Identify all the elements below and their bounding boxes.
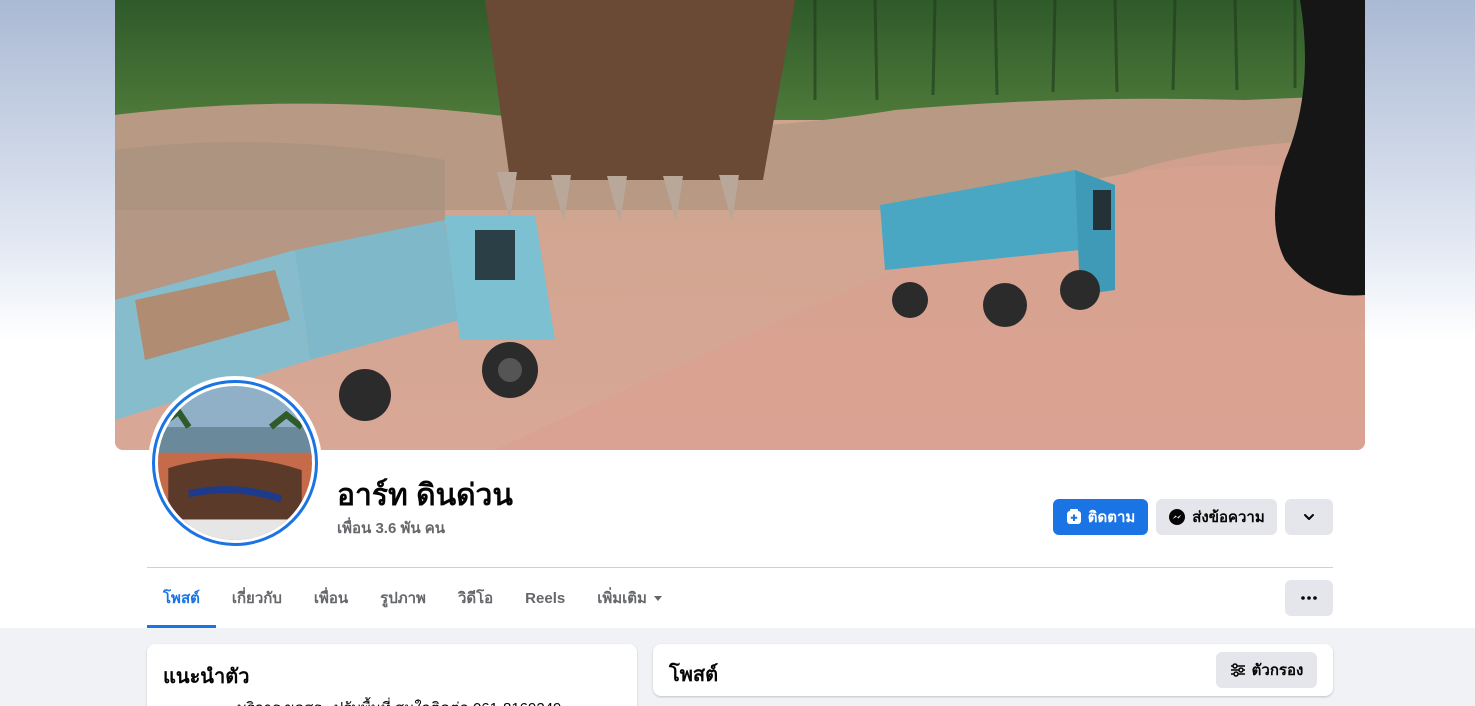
profile-tabs: โพสต์ เกี่ยวกับ เพื่อน รูปภาพ วิดีโอ Ree… (147, 568, 679, 628)
intro-bio: บริการ ขุดสระ ปรับพื้นที่ สนใจติดต่อ 061… (237, 696, 561, 706)
friends-count[interactable]: เพื่อน 3.6 พัน คน (337, 516, 445, 540)
tab-photos[interactable]: รูปภาพ (364, 568, 442, 628)
follow-label: ติดตาม (1087, 509, 1136, 526)
chevron-down-icon (1302, 510, 1316, 524)
profile-name: อาร์ท ดินด่วน (337, 479, 513, 512)
follow-button[interactable]: ติดตาม (1053, 499, 1148, 535)
posts-card: โพสต์ ตัวกรอง (653, 644, 1333, 696)
filter-button[interactable]: ตัวกรอง (1216, 652, 1317, 688)
tab-label: เกี่ยวกับ (231, 590, 282, 607)
follow-plus-icon (1066, 509, 1082, 525)
tab-posts[interactable]: โพสต์ (147, 568, 216, 628)
cover-photo[interactable] (115, 0, 1365, 450)
intro-title: แนะนำตัว (163, 666, 250, 688)
tab-label: เพื่อน (313, 590, 349, 607)
tab-label: Reels (525, 589, 566, 607)
tab-label: โพสต์ (163, 590, 200, 607)
messenger-icon (1168, 508, 1186, 526)
tab-label: รูปภาพ (380, 590, 426, 607)
avatar-image (158, 386, 312, 540)
tab-reels[interactable]: Reels (509, 568, 581, 628)
tab-friends[interactable]: เพื่อน (298, 568, 364, 628)
tab-label: วิดีโอ (457, 590, 494, 607)
filter-label: ตัวกรอง (1251, 662, 1304, 679)
cover-photo-image (115, 0, 1365, 450)
more-dots-icon (1301, 596, 1317, 600)
posts-title: โพสต์ (669, 664, 719, 686)
tabs-more-options-button[interactable] (1285, 580, 1333, 616)
tab-about[interactable]: เกี่ยวกับ (216, 568, 298, 628)
avatar-story-ring (152, 380, 318, 546)
tab-more[interactable]: เพิ่มเติม (581, 568, 679, 628)
intro-card: แนะนำตัว บริการ ขุดสระ ปรับพื้นที่ สนใจต… (147, 644, 637, 706)
filter-sliders-icon (1230, 663, 1246, 677)
message-button[interactable]: ส่งข้อความ (1156, 499, 1277, 535)
tab-label: เพิ่มเติม (597, 590, 647, 607)
profile-options-button[interactable] (1285, 499, 1333, 535)
message-label: ส่งข้อความ (1192, 509, 1265, 526)
profile-avatar[interactable] (148, 376, 322, 550)
tab-videos[interactable]: วิดีโอ (442, 568, 509, 628)
caret-down-icon (653, 593, 663, 603)
